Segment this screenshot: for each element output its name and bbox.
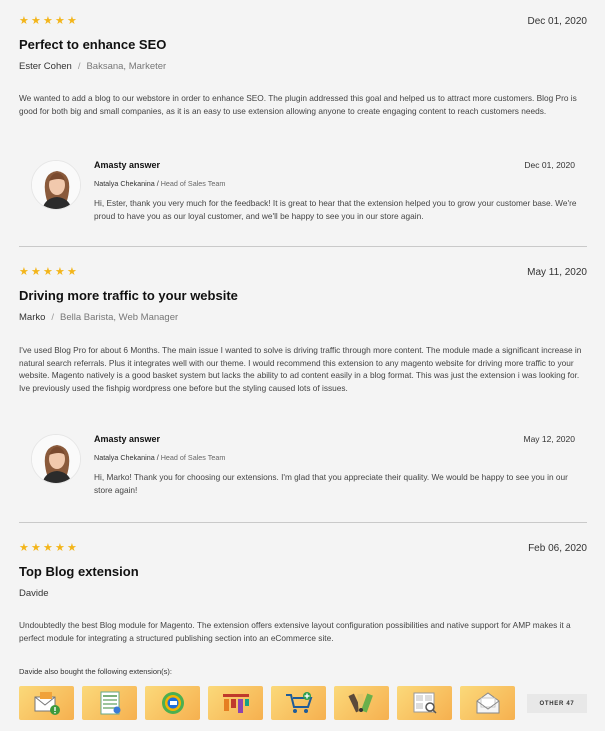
review-item: ★ ★ ★ ★ ★ May 11, 2020 Driving more traffic …: [19, 267, 587, 522]
author-name: Marko: [19, 312, 46, 323]
extension-thumb[interactable]: [19, 686, 74, 720]
review-text: I've used Blog Pro for about 6 Months. T…: [19, 345, 582, 393]
star-icon: ★: [55, 15, 65, 27]
avatar: [31, 434, 81, 484]
review-item: ★ ★ ★ ★ ★ Dec 01, 2020 Perfect to enhance SE…: [19, 16, 587, 246]
spreadsheet-icon: [100, 691, 120, 715]
review-date: May 11, 2020: [527, 267, 587, 278]
star-icon: ★: [67, 15, 77, 27]
extension-thumb[interactable]: [271, 686, 326, 720]
review-author: Davide: [19, 588, 49, 599]
extension-thumb[interactable]: [334, 686, 389, 720]
extension-thumb[interactable]: [82, 686, 137, 720]
star-icon: ★: [43, 266, 53, 278]
staff-team: Head of Sales Team: [160, 453, 226, 462]
answer-staff: Natalya Chekanina / Head of Sales Team: [94, 179, 226, 188]
review-author: Ester Cohen / Baksana, Marketer: [19, 61, 166, 72]
extension-thumb[interactable]: [208, 686, 263, 720]
extension-thumb[interactable]: [397, 686, 452, 720]
star-icon: ★: [31, 15, 41, 27]
review-title: Top Blog extension: [19, 564, 139, 579]
extension-thumb[interactable]: [145, 686, 200, 720]
answer-staff: Natalya Chekanina / Head of Sales Team: [94, 453, 226, 462]
star-icon: ★: [55, 542, 65, 554]
answer-text: Hi, Marko! Thank you for choosing our ex…: [94, 472, 568, 495]
staff-team: Head of Sales Team: [160, 179, 226, 188]
answer-text: Hi, Ester, thank you very much for the f…: [94, 198, 577, 221]
answer-date: Dec 01, 2020: [524, 160, 575, 170]
answer-name: Amasty answer: [94, 434, 161, 444]
bar-columns-icon: [222, 694, 249, 713]
divider: [19, 522, 587, 523]
star-icon: ★: [31, 266, 41, 278]
also-bought-label: Davide also bought the following extensi…: [19, 667, 173, 676]
circle-logo-icon: [161, 692, 184, 714]
star-icon: ★: [55, 266, 65, 278]
star-icon: ★: [19, 266, 29, 278]
review-item: ★ ★ ★ ★ ★ Feb 06, 2020 Top Blog extension Da…: [19, 543, 587, 663]
star-rating: ★ ★ ★ ★ ★: [19, 267, 78, 279]
author-name: Davide: [19, 588, 49, 599]
star-icon: ★: [43, 15, 53, 27]
review-text: Undoubtedly the best Blog module for Mag…: [19, 620, 571, 643]
review-text: We wanted to add a blog to our webstore …: [19, 93, 577, 116]
color-swatches-icon: [347, 693, 373, 713]
search-grid-icon: [413, 692, 437, 714]
review-title: Driving more traffic to your website: [19, 288, 238, 303]
author-separator: /: [77, 61, 81, 72]
answer-name: Amasty answer: [94, 160, 161, 170]
extension-thumbnails: [19, 686, 515, 720]
other-extensions-button[interactable]: OTHER 47: [527, 694, 587, 713]
extension-thumb[interactable]: [460, 686, 515, 720]
envelope-alert-icon: [34, 692, 60, 715]
author-name: Ester Cohen: [19, 61, 72, 72]
star-icon: ★: [43, 542, 53, 554]
star-icon: ★: [31, 542, 41, 554]
star-icon: ★: [67, 266, 77, 278]
staff-name: Natalya Chekanina: [94, 453, 155, 462]
avatar: [31, 160, 81, 210]
star-rating: ★ ★ ★ ★ ★: [19, 16, 78, 28]
cart-add-icon: [285, 692, 312, 713]
open-envelope-icon: [476, 692, 499, 714]
star-rating: ★ ★ ★ ★ ★: [19, 543, 78, 555]
author-role: Bella Barista, Web Manager: [60, 312, 179, 323]
star-icon: ★: [67, 542, 77, 554]
reviews-page: ★ ★ ★ ★ ★ Dec 01, 2020 Perfect to enhance SE…: [0, 0, 605, 731]
star-icon: ★: [19, 542, 29, 554]
review-title: Perfect to enhance SEO: [19, 37, 167, 52]
author-role: Baksana, Marketer: [86, 61, 167, 72]
divider: [19, 246, 587, 247]
answer-date: May 12, 2020: [523, 434, 575, 444]
author-separator: /: [51, 312, 55, 323]
review-date: Feb 06, 2020: [528, 543, 587, 554]
review-author: Marko / Bella Barista, Web Manager: [19, 312, 178, 323]
staff-name: Natalya Chekanina: [94, 179, 155, 188]
star-icon: ★: [19, 15, 29, 27]
review-date: Dec 01, 2020: [527, 16, 588, 27]
